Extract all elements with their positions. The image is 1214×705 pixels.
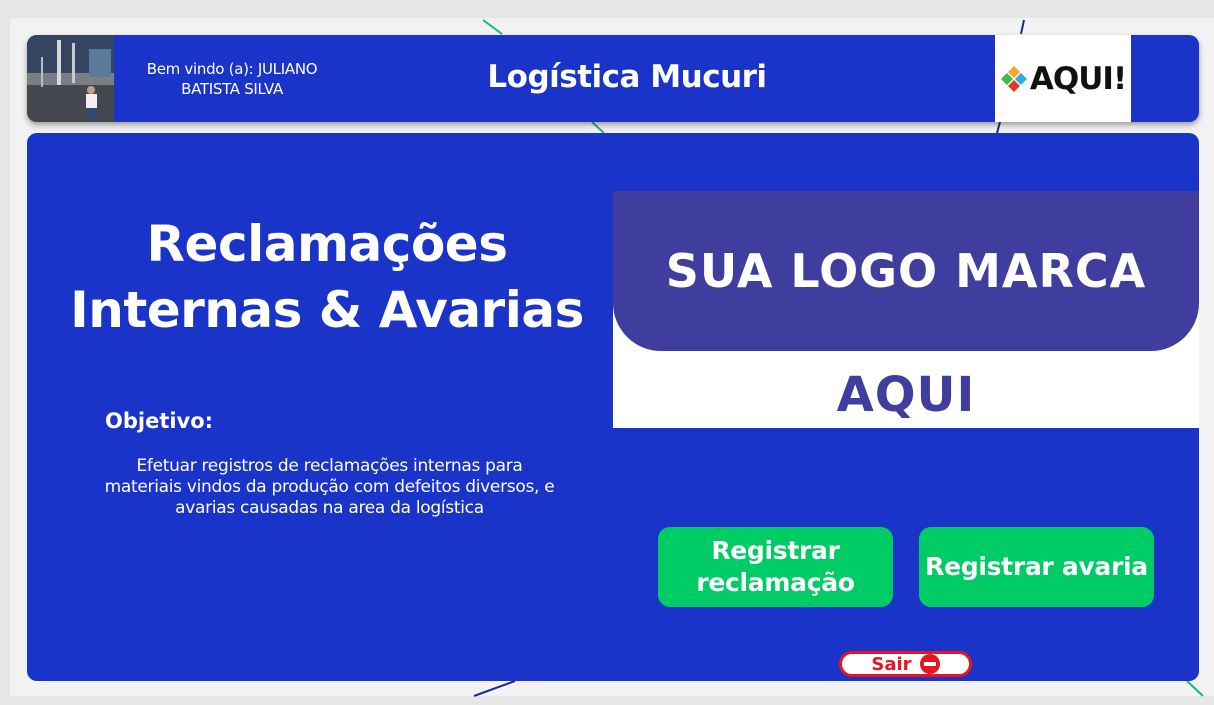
objective-label: Objetivo: — [105, 409, 214, 433]
logo-banner: SUA LOGO MARCA — [613, 191, 1199, 351]
brand-logo: AQUI! — [995, 35, 1131, 122]
app-title: Logística Mucuri — [487, 59, 767, 95]
brand-text: AQUI! — [1029, 60, 1127, 97]
logo-placeholder: SUA LOGO MARCA AQUI — [613, 191, 1199, 428]
exit-label: Sair — [871, 653, 912, 675]
user-avatar — [27, 35, 114, 122]
main-panel: Reclamações Internas & Avarias Objetivo:… — [27, 133, 1199, 681]
register-damage-button[interactable]: Registrar avaria — [919, 527, 1154, 607]
page-title: Reclamações Internas & Avarias — [67, 211, 587, 343]
register-complaint-button[interactable]: Registrar reclamação — [658, 527, 893, 607]
objective-text: Efetuar registros de reclamações interna… — [104, 456, 555, 518]
exit-button[interactable]: Sair — [839, 651, 972, 677]
logo-text: SUA LOGO MARCA — [665, 244, 1147, 298]
page-title-line1: Reclamações — [146, 215, 508, 273]
stop-icon — [919, 654, 940, 674]
logo-subtext: AQUI — [836, 367, 976, 423]
welcome-text: Bem vindo (a): JULIANO BATISTA SILVA — [146, 60, 318, 98]
diamond-logo-icon — [1000, 65, 1027, 92]
top-header: Bem vindo (a): JULIANO BATISTA SILVA Log… — [27, 35, 1199, 122]
page-title-line2: Internas & Avarias — [70, 281, 584, 339]
